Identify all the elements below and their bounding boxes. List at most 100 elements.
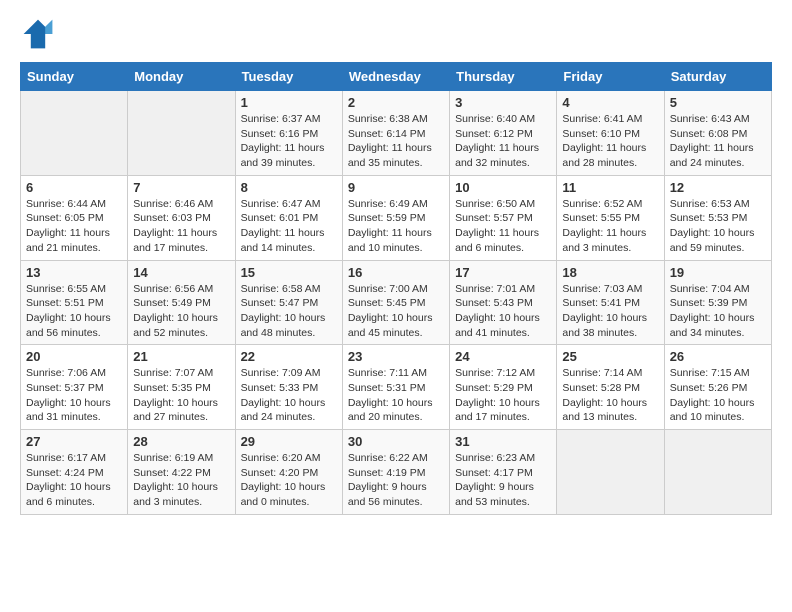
day-number: 7 [133, 180, 229, 195]
day-info: Sunrise: 6:46 AM Sunset: 6:03 PM Dayligh… [133, 197, 229, 256]
calendar-cell: 13 Sunrise: 6:55 AM Sunset: 5:51 PM Dayli… [21, 260, 128, 345]
day-info: Sunrise: 6:40 AM Sunset: 6:12 PM Dayligh… [455, 112, 551, 171]
calendar-cell: 8 Sunrise: 6:47 AM Sunset: 6:01 PM Daylig… [235, 175, 342, 260]
calendar-cell: 6 Sunrise: 6:44 AM Sunset: 6:05 PM Daylig… [21, 175, 128, 260]
day-info: Sunrise: 6:22 AM Sunset: 4:19 PM Dayligh… [348, 451, 444, 510]
calendar-cell: 25Sunrise: 7:14 AM Sunset: 5:28 PM Dayli… [557, 345, 664, 430]
calendar-week-2: 13 Sunrise: 6:55 AM Sunset: 5:51 PM Dayli… [21, 260, 772, 345]
day-number: 13 [26, 265, 122, 280]
calendar-header-row: SundayMondayTuesdayWednesdayThursdayFrid… [21, 63, 772, 91]
day-number: 11 [562, 180, 658, 195]
day-number: 20 [26, 349, 122, 364]
logo [20, 16, 60, 52]
day-number: 1 [241, 95, 337, 110]
calendar-cell: 21 Sunrise: 7:07 AM Sunset: 5:35 PM Dayli… [128, 345, 235, 430]
calendar-cell: 18Sunrise: 7:03 AM Sunset: 5:41 PM Dayli… [557, 260, 664, 345]
calendar-cell: 27 Sunrise: 6:17 AM Sunset: 4:24 PM Dayli… [21, 430, 128, 515]
day-info: Sunrise: 6:50 AM Sunset: 5:57 PM Dayligh… [455, 197, 551, 256]
day-number: 6 [26, 180, 122, 195]
calendar-cell: 31 Sunrise: 6:23 AM Sunset: 4:17 PM Dayli… [450, 430, 557, 515]
day-info: Sunrise: 6:55 AM Sunset: 5:51 PM Dayligh… [26, 282, 122, 341]
calendar-cell [557, 430, 664, 515]
day-info: Sunrise: 6:23 AM Sunset: 4:17 PM Dayligh… [455, 451, 551, 510]
day-info: Sunrise: 7:01 AM Sunset: 5:43 PM Dayligh… [455, 282, 551, 341]
calendar-cell: 14Sunrise: 6:56 AM Sunset: 5:49 PM Dayli… [128, 260, 235, 345]
day-number: 4 [562, 95, 658, 110]
calendar-cell: 17 Sunrise: 7:01 AM Sunset: 5:43 PM Dayli… [450, 260, 557, 345]
day-number: 24 [455, 349, 551, 364]
day-number: 3 [455, 95, 551, 110]
day-info: Sunrise: 6:44 AM Sunset: 6:05 PM Dayligh… [26, 197, 122, 256]
day-number: 26 [670, 349, 766, 364]
calendar-cell: 16 Sunrise: 7:00 AM Sunset: 5:45 PM Dayli… [342, 260, 449, 345]
calendar-cell: 15 Sunrise: 6:58 AM Sunset: 5:47 PM Dayli… [235, 260, 342, 345]
calendar-cell: 20 Sunrise: 7:06 AM Sunset: 5:37 PM Dayli… [21, 345, 128, 430]
day-info: Sunrise: 6:38 AM Sunset: 6:14 PM Dayligh… [348, 112, 444, 171]
day-header-sunday: Sunday [21, 63, 128, 91]
calendar-week-1: 6 Sunrise: 6:44 AM Sunset: 6:05 PM Daylig… [21, 175, 772, 260]
day-number: 19 [670, 265, 766, 280]
calendar-cell: 28Sunrise: 6:19 AM Sunset: 4:22 PM Dayli… [128, 430, 235, 515]
day-info: Sunrise: 6:58 AM Sunset: 5:47 PM Dayligh… [241, 282, 337, 341]
day-info: Sunrise: 7:12 AM Sunset: 5:29 PM Dayligh… [455, 366, 551, 425]
calendar-cell: 12 Sunrise: 6:53 AM Sunset: 5:53 PM Dayli… [664, 175, 771, 260]
day-number: 16 [348, 265, 444, 280]
day-header-saturday: Saturday [664, 63, 771, 91]
day-info: Sunrise: 6:56 AM Sunset: 5:49 PM Dayligh… [133, 282, 229, 341]
day-info: Sunrise: 7:14 AM Sunset: 5:28 PM Dayligh… [562, 366, 658, 425]
calendar-cell [128, 91, 235, 176]
calendar-cell: 22Sunrise: 7:09 AM Sunset: 5:33 PM Dayli… [235, 345, 342, 430]
day-number: 9 [348, 180, 444, 195]
day-info: Sunrise: 7:06 AM Sunset: 5:37 PM Dayligh… [26, 366, 122, 425]
day-number: 18 [562, 265, 658, 280]
calendar-week-0: 1 Sunrise: 6:37 AM Sunset: 6:16 PM Daylig… [21, 91, 772, 176]
day-info: Sunrise: 7:07 AM Sunset: 5:35 PM Dayligh… [133, 366, 229, 425]
calendar-week-3: 20 Sunrise: 7:06 AM Sunset: 5:37 PM Dayli… [21, 345, 772, 430]
day-info: Sunrise: 7:00 AM Sunset: 5:45 PM Dayligh… [348, 282, 444, 341]
day-number: 31 [455, 434, 551, 449]
day-info: Sunrise: 6:49 AM Sunset: 5:59 PM Dayligh… [348, 197, 444, 256]
day-info: Sunrise: 6:41 AM Sunset: 6:10 PM Dayligh… [562, 112, 658, 171]
calendar-cell: 24 Sunrise: 7:12 AM Sunset: 5:29 PM Dayli… [450, 345, 557, 430]
calendar-cell: 1 Sunrise: 6:37 AM Sunset: 6:16 PM Daylig… [235, 91, 342, 176]
day-info: Sunrise: 6:47 AM Sunset: 6:01 PM Dayligh… [241, 197, 337, 256]
calendar-cell: 23 Sunrise: 7:11 AM Sunset: 5:31 PM Dayli… [342, 345, 449, 430]
calendar-cell: 7 Sunrise: 6:46 AM Sunset: 6:03 PM Daylig… [128, 175, 235, 260]
day-info: Sunrise: 6:52 AM Sunset: 5:55 PM Dayligh… [562, 197, 658, 256]
day-header-wednesday: Wednesday [342, 63, 449, 91]
day-info: Sunrise: 7:09 AM Sunset: 5:33 PM Dayligh… [241, 366, 337, 425]
calendar-cell: 26Sunrise: 7:15 AM Sunset: 5:26 PM Dayli… [664, 345, 771, 430]
calendar-cell: 11 Sunrise: 6:52 AM Sunset: 5:55 PM Dayli… [557, 175, 664, 260]
calendar-table: SundayMondayTuesdayWednesdayThursdayFrid… [20, 62, 772, 515]
calendar-cell: 5Sunrise: 6:43 AM Sunset: 6:08 PM Daylig… [664, 91, 771, 176]
header [20, 16, 772, 52]
day-info: Sunrise: 6:17 AM Sunset: 4:24 PM Dayligh… [26, 451, 122, 510]
logo-icon [20, 16, 56, 52]
day-number: 23 [348, 349, 444, 364]
day-number: 15 [241, 265, 337, 280]
day-number: 29 [241, 434, 337, 449]
day-info: Sunrise: 6:37 AM Sunset: 6:16 PM Dayligh… [241, 112, 337, 171]
day-header-thursday: Thursday [450, 63, 557, 91]
day-number: 21 [133, 349, 229, 364]
day-number: 27 [26, 434, 122, 449]
calendar-cell: 19 Sunrise: 7:04 AM Sunset: 5:39 PM Dayli… [664, 260, 771, 345]
calendar-cell: 29 Sunrise: 6:20 AM Sunset: 4:20 PM Dayli… [235, 430, 342, 515]
day-info: Sunrise: 6:20 AM Sunset: 4:20 PM Dayligh… [241, 451, 337, 510]
calendar-cell: 2Sunrise: 6:38 AM Sunset: 6:14 PM Daylig… [342, 91, 449, 176]
day-number: 12 [670, 180, 766, 195]
day-info: Sunrise: 6:53 AM Sunset: 5:53 PM Dayligh… [670, 197, 766, 256]
day-number: 30 [348, 434, 444, 449]
calendar-cell: 3 Sunrise: 6:40 AM Sunset: 6:12 PM Daylig… [450, 91, 557, 176]
day-number: 17 [455, 265, 551, 280]
day-number: 8 [241, 180, 337, 195]
calendar-cell [21, 91, 128, 176]
calendar-cell: 30 Sunrise: 6:22 AM Sunset: 4:19 PM Dayli… [342, 430, 449, 515]
day-info: Sunrise: 7:11 AM Sunset: 5:31 PM Dayligh… [348, 366, 444, 425]
day-number: 5 [670, 95, 766, 110]
day-header-friday: Friday [557, 63, 664, 91]
day-info: Sunrise: 7:04 AM Sunset: 5:39 PM Dayligh… [670, 282, 766, 341]
page: SundayMondayTuesdayWednesdayThursdayFrid… [0, 0, 792, 531]
day-number: 10 [455, 180, 551, 195]
calendar-cell [664, 430, 771, 515]
